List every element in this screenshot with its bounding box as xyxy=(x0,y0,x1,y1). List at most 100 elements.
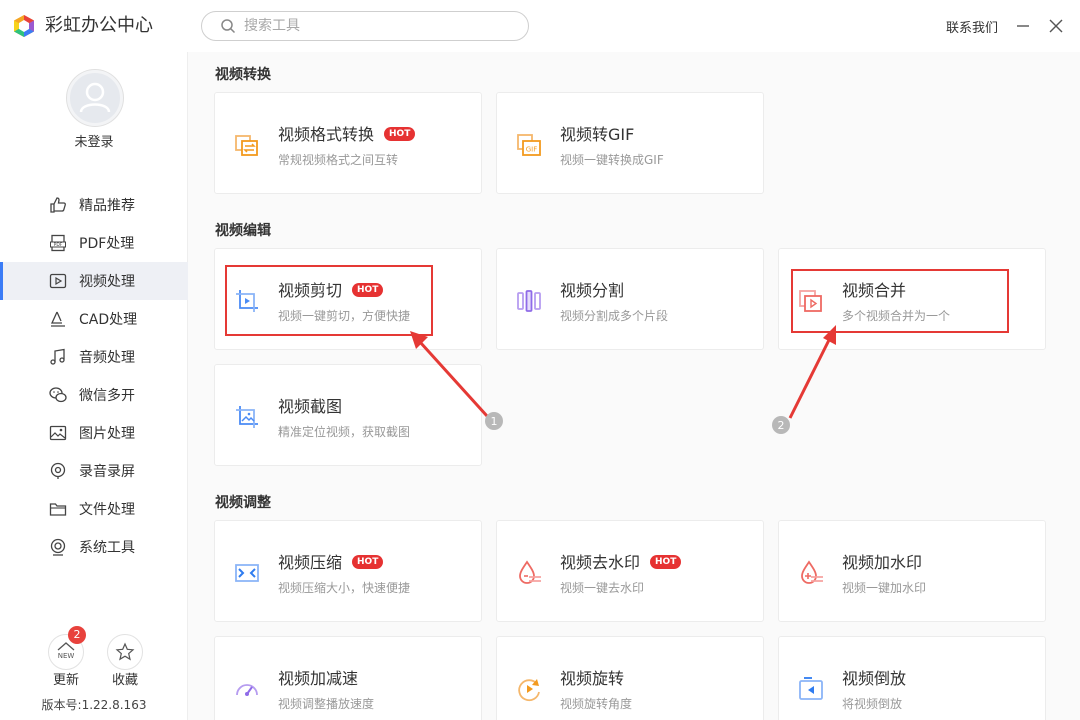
svg-text:GIF: GIF xyxy=(526,146,538,154)
section-title-convert: 视频转换 xyxy=(215,67,271,83)
card-title: 视频转GIF xyxy=(560,125,635,144)
annotation-highlight-video-cut xyxy=(225,265,433,336)
music-icon xyxy=(50,348,65,365)
tool-card-format-convert[interactable]: 视频格式转换 HOT 常规视频格式之间互转 xyxy=(214,92,482,194)
contact-us-link[interactable]: 联系我们 xyxy=(946,17,998,36)
search-box[interactable] xyxy=(201,11,529,41)
tool-card-video-rotate[interactable]: 视频旋转 视频旋转角度 xyxy=(496,636,764,720)
update-label[interactable]: 更新 xyxy=(46,669,86,688)
pdf-icon: PDF xyxy=(50,234,66,252)
tool-card-remove-watermark[interactable]: 视频去水印 HOT 视频一键去水印 xyxy=(496,520,764,622)
star-icon xyxy=(115,642,135,661)
sidebar-item-label: 图片处理 xyxy=(79,426,135,442)
system-tools-icon xyxy=(50,538,66,556)
sidebar-item-label: PDF处理 xyxy=(79,236,135,252)
tool-card-video-compress[interactable]: 视频压缩 HOT 视频压缩大小，快速便捷 xyxy=(214,520,482,622)
sidebar-item-label: 音频处理 xyxy=(79,350,135,366)
card-description: 视频分割成多个片段 xyxy=(560,309,669,323)
sidebar: 未登录 精品推荐 PDF PDF处理 视频处理 CAD处理 音频处理 微信多开 … xyxy=(0,52,188,720)
record-icon xyxy=(50,462,66,479)
video-icon xyxy=(49,273,67,289)
minimize-icon[interactable] xyxy=(1013,16,1033,36)
sidebar-item-system[interactable]: 系统工具 xyxy=(0,528,188,566)
sidebar-item-recommended[interactable]: 精品推荐 xyxy=(0,186,188,224)
card-title: 视频倒放 xyxy=(842,669,907,688)
reverse-icon xyxy=(799,677,823,700)
tool-card-video-reverse[interactable]: 视频倒放 将视频倒放 xyxy=(778,636,1046,720)
favorite-label[interactable]: 收藏 xyxy=(105,669,145,688)
card-title: 视频截图 xyxy=(278,397,343,416)
card-description: 视频调整播放速度 xyxy=(278,697,375,711)
version-text: 版本号:1.22.8.163 xyxy=(41,698,147,712)
card-description: 常规视频格式之间互转 xyxy=(278,153,399,167)
app-window: 彩虹办公中心 联系我们 未登录 精品 xyxy=(0,0,1080,720)
card-description: 视频旋转角度 xyxy=(560,697,633,711)
card-description: 视频一键去水印 xyxy=(560,581,645,595)
title-bar: 彩虹办公中心 联系我们 xyxy=(0,0,1080,52)
sidebar-item-wechat[interactable]: 微信多开 xyxy=(0,376,188,414)
sidebar-item-video[interactable]: 视频处理 xyxy=(0,262,188,300)
sidebar-item-pdf[interactable]: PDF PDF处理 xyxy=(0,224,188,262)
avatar[interactable] xyxy=(67,70,123,126)
sidebar-item-cad[interactable]: CAD处理 xyxy=(0,300,188,338)
svg-text:NEW: NEW xyxy=(58,652,75,660)
card-title: 视频加减速 xyxy=(278,669,359,688)
tool-card-video-screenshot[interactable]: 视频截图 精准定位视频，获取截图 xyxy=(214,364,482,466)
close-icon[interactable] xyxy=(1046,16,1066,36)
sidebar-item-image[interactable]: 图片处理 xyxy=(0,414,188,452)
sidebar-item-label: 精品推荐 xyxy=(79,198,135,214)
add-watermark-icon xyxy=(801,560,823,584)
format-convert-icon xyxy=(235,135,258,156)
card-title: 视频旋转 xyxy=(560,669,625,688)
card-title: 视频去水印 xyxy=(560,553,641,572)
sidebar-item-label: 微信多开 xyxy=(79,388,135,404)
card-title: 视频分割 xyxy=(560,281,625,300)
card-title: 视频压缩 xyxy=(278,553,343,572)
sidebar-item-record[interactable]: 录音录屏 xyxy=(0,452,188,490)
card-title: 视频格式转换 xyxy=(278,125,375,144)
card-description: 视频一键转换成GIF xyxy=(560,153,664,167)
rotate-icon xyxy=(518,679,540,702)
compress-icon xyxy=(235,564,259,582)
main-content: 视频转换 视频格式转换 HOT 常规视频格式之间互转 GIF 视频转GIF 视频一… xyxy=(188,52,1080,720)
sidebar-nav: 精品推荐 PDF PDF处理 视频处理 CAD处理 音频处理 微信多开 图片处理… xyxy=(0,186,188,566)
card-description: 将视频倒放 xyxy=(842,697,903,711)
folder-icon xyxy=(49,503,67,516)
card-description: 视频一键加水印 xyxy=(842,581,927,595)
sidebar-item-label: 视频处理 xyxy=(79,274,135,290)
update-count-badge: 2 xyxy=(68,626,86,644)
app-title: 彩虹办公中心 xyxy=(45,15,153,36)
sidebar-item-file[interactable]: 文件处理 xyxy=(0,490,188,528)
search-input[interactable] xyxy=(244,16,514,36)
search-icon xyxy=(221,19,236,34)
speed-icon xyxy=(236,684,258,696)
card-description: 精准定位视频，获取截图 xyxy=(278,425,411,439)
sidebar-item-label: 系统工具 xyxy=(79,540,135,556)
tool-card-video-split[interactable]: 视频分割 视频分割成多个片段 xyxy=(496,248,764,350)
card-title: 视频加水印 xyxy=(842,553,923,572)
wechat-icon xyxy=(49,387,67,403)
svg-text:PDF: PDF xyxy=(54,242,63,248)
screenshot-icon xyxy=(236,406,258,428)
cad-icon xyxy=(50,311,65,327)
tool-card-video-speed[interactable]: 视频加减速 视频调整播放速度 xyxy=(214,636,482,720)
user-icon xyxy=(79,82,111,113)
tool-card-add-watermark[interactable]: 视频加水印 视频一键加水印 xyxy=(778,520,1046,622)
split-icon xyxy=(517,290,541,312)
remove-watermark-icon xyxy=(519,560,541,584)
hot-badge: HOT xyxy=(384,127,416,141)
hot-badge: HOT xyxy=(352,555,384,569)
sidebar-item-label: CAD处理 xyxy=(79,312,138,328)
card-description: 视频压缩大小，快速便捷 xyxy=(278,581,411,595)
favorite-button[interactable] xyxy=(107,634,143,670)
sidebar-item-label: 文件处理 xyxy=(79,502,135,518)
tool-card-video-to-gif[interactable]: GIF 视频转GIF 视频一键转换成GIF xyxy=(496,92,764,194)
thumbs-up-icon xyxy=(50,197,66,213)
section-title-edit: 视频编辑 xyxy=(215,223,271,239)
hot-badge: HOT xyxy=(650,555,682,569)
login-status[interactable]: 未登录 xyxy=(0,131,188,150)
annotation-highlight-video-merge xyxy=(791,269,1009,333)
sidebar-item-audio[interactable]: 音频处理 xyxy=(0,338,188,376)
rainbow-logo-icon xyxy=(14,15,34,37)
gif-icon: GIF xyxy=(517,134,541,156)
